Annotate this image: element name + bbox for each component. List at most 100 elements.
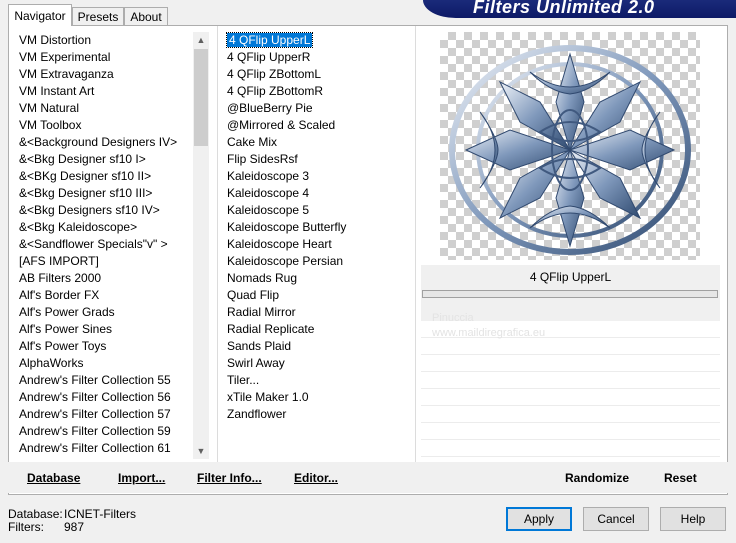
- scroll-thumb[interactable]: [194, 49, 208, 146]
- category-item[interactable]: &<Bkg Kaleidoscope>: [17, 219, 192, 236]
- category-item[interactable]: VM Toolbox: [17, 117, 192, 134]
- filter-item[interactable]: Radial Replicate: [225, 321, 415, 338]
- category-item[interactable]: Alf's Power Toys: [17, 338, 192, 355]
- watermark-name: Pinuccia: [432, 312, 474, 324]
- watermark-url: www.maildiregrafica.eu: [432, 327, 546, 339]
- filter-item[interactable]: Kaleidoscope Heart: [225, 236, 415, 253]
- filter-item-label: Kaleidoscope Butterfly: [227, 220, 347, 234]
- category-item[interactable]: Andrew's Filter Collection 59: [17, 423, 192, 440]
- help-button[interactable]: Help: [660, 507, 726, 531]
- filter-item[interactable]: Sands Plaid: [225, 338, 415, 355]
- filter-item[interactable]: Kaleidoscope Butterfly: [225, 219, 415, 236]
- filter-item-label: Sands Plaid: [227, 339, 292, 353]
- filter-item-label: Kaleidoscope 5: [227, 203, 310, 217]
- filter-item-label: @BlueBerry Pie: [227, 101, 313, 115]
- filter-item[interactable]: Swirl Away: [225, 355, 415, 372]
- category-item[interactable]: VM Experimental: [17, 49, 192, 66]
- filter-item[interactable]: Flip SidesRsf: [225, 151, 415, 168]
- randomize-button[interactable]: Randomize: [565, 471, 629, 485]
- filter-info-button[interactable]: Filter Info...: [197, 471, 262, 485]
- filter-item[interactable]: Kaleidoscope 3: [225, 168, 415, 185]
- filter-item[interactable]: Radial Mirror: [225, 304, 415, 321]
- category-item[interactable]: Alf's Power Grads: [17, 304, 192, 321]
- progress-track: [422, 290, 718, 298]
- filter-item[interactable]: 4 QFlip UpperR: [225, 49, 415, 66]
- title-banner-text: Filters Unlimited 2.0: [473, 0, 655, 17]
- filter-item-label: Tiler...: [227, 373, 260, 387]
- category-item[interactable]: Alf's Border FX: [17, 287, 192, 304]
- category-item[interactable]: &<Bkg Designer sf10 III>: [17, 185, 192, 202]
- category-item[interactable]: &<BKg Designer sf10 II>: [17, 168, 192, 185]
- param-row: [421, 440, 720, 457]
- filter-item[interactable]: 4 QFlip ZBottomL: [225, 66, 415, 83]
- param-row: [421, 423, 720, 440]
- filter-item-label: Kaleidoscope Heart: [227, 237, 332, 251]
- category-item[interactable]: AB Filters 2000: [17, 270, 192, 287]
- filter-item-label: 4 QFlip ZBottomR: [227, 84, 324, 98]
- filter-list[interactable]: 4 QFlip UpperL 4 QFlip UpperR 4 QFlip ZBot…: [225, 32, 415, 432]
- filter-item[interactable]: @BlueBerry Pie: [225, 100, 415, 117]
- filter-item-label: Quad Flip: [227, 288, 280, 302]
- category-item[interactable]: AlphaWorks: [17, 355, 192, 372]
- import-button[interactable]: Import...: [118, 471, 165, 485]
- category-item[interactable]: &<Background Designers IV>: [17, 134, 192, 151]
- category-item[interactable]: Alf's Power Sines: [17, 321, 192, 338]
- reset-button[interactable]: Reset: [664, 471, 697, 485]
- category-item[interactable]: Andrew's Filter Collection 56: [17, 389, 192, 406]
- filter-item[interactable]: Tiler...: [225, 372, 415, 389]
- apply-button[interactable]: Apply: [506, 507, 572, 531]
- category-item[interactable]: Andrew's Filter Collection 57: [17, 406, 192, 423]
- filter-item[interactable]: @Mirrored & Scaled: [225, 117, 415, 134]
- category-item[interactable]: &<Bkg Designers sf10 IV>: [17, 202, 192, 219]
- status-database-value: ICNET-Filters: [64, 507, 136, 521]
- filter-item[interactable]: Quad Flip: [225, 287, 415, 304]
- scroll-down-icon[interactable]: ▼: [193, 443, 209, 459]
- param-row: [421, 372, 720, 389]
- filter-item[interactable]: Cake Mix: [225, 134, 415, 151]
- filter-item-label: @Mirrored & Scaled: [227, 118, 336, 132]
- filter-item-label: Swirl Away: [227, 356, 285, 370]
- filter-item[interactable]: 4 QFlip ZBottomR: [225, 83, 415, 100]
- scroll-up-icon[interactable]: ▲: [193, 32, 209, 48]
- category-item[interactable]: Andrew's Filter Collection 55: [17, 372, 192, 389]
- database-button[interactable]: Database: [27, 471, 80, 485]
- category-item[interactable]: Andrew's Filter Collection 61: [17, 440, 192, 457]
- filter-item-label: Zandflower: [227, 407, 287, 421]
- category-item[interactable]: [AFS IMPORT]: [17, 253, 192, 270]
- category-item[interactable]: VM Natural: [17, 100, 192, 117]
- filter-item-label: Kaleidoscope 3: [227, 169, 310, 183]
- filter-item[interactable]: Kaleidoscope 5: [225, 202, 415, 219]
- filter-item-label: 4 QFlip ZBottomL: [227, 67, 322, 81]
- bottom-toolbar: Database Import... Filter Info... Editor…: [8, 462, 728, 493]
- filter-item[interactable]: 4 QFlip UpperL: [225, 32, 415, 49]
- status-filters-value: 987: [64, 520, 85, 534]
- filter-item[interactable]: Kaleidoscope Persian: [225, 253, 415, 270]
- tab-presets[interactable]: Presets: [72, 7, 124, 25]
- status-filters-label: Filters:: [8, 520, 44, 534]
- category-list[interactable]: VM Distortion VM Experimental VM Extravaga…: [17, 32, 192, 459]
- category-scrollbar[interactable]: ▲ ▼: [193, 32, 209, 459]
- list-divider-right: [415, 26, 416, 462]
- filter-item-label: Cake Mix: [227, 135, 278, 149]
- filter-item[interactable]: Nomads Rug: [225, 270, 415, 287]
- filter-item-label: Radial Replicate: [227, 322, 315, 336]
- title-banner: Filters Unlimited 2.0: [423, 0, 736, 18]
- category-item[interactable]: VM Extravaganza: [17, 66, 192, 83]
- cancel-button[interactable]: Cancel: [583, 507, 649, 531]
- kaleidoscope-art: [449, 45, 691, 255]
- category-item[interactable]: VM Distortion: [17, 32, 192, 49]
- category-item[interactable]: &<Bkg Designer sf10 I>: [17, 151, 192, 168]
- editor-button[interactable]: Editor...: [294, 471, 338, 485]
- category-item[interactable]: Andrew's Filter Collection 62: [17, 457, 192, 459]
- filter-item[interactable]: Kaleidoscope 4: [225, 185, 415, 202]
- category-item[interactable]: &<Sandflower Specials"v" >: [17, 236, 192, 253]
- filter-item[interactable]: Zandflower: [225, 406, 415, 423]
- filter-item-label: Radial Mirror: [227, 305, 296, 319]
- tab-navigator[interactable]: Navigator: [8, 4, 72, 26]
- status-database-label: Database:: [8, 507, 63, 521]
- category-item[interactable]: VM Instant Art: [17, 83, 192, 100]
- filter-item-label: Kaleidoscope 4: [227, 186, 310, 200]
- filter-item[interactable]: xTile Maker 1.0: [225, 389, 415, 406]
- tab-about[interactable]: About: [124, 7, 168, 25]
- filter-item-label: xTile Maker 1.0: [227, 390, 309, 404]
